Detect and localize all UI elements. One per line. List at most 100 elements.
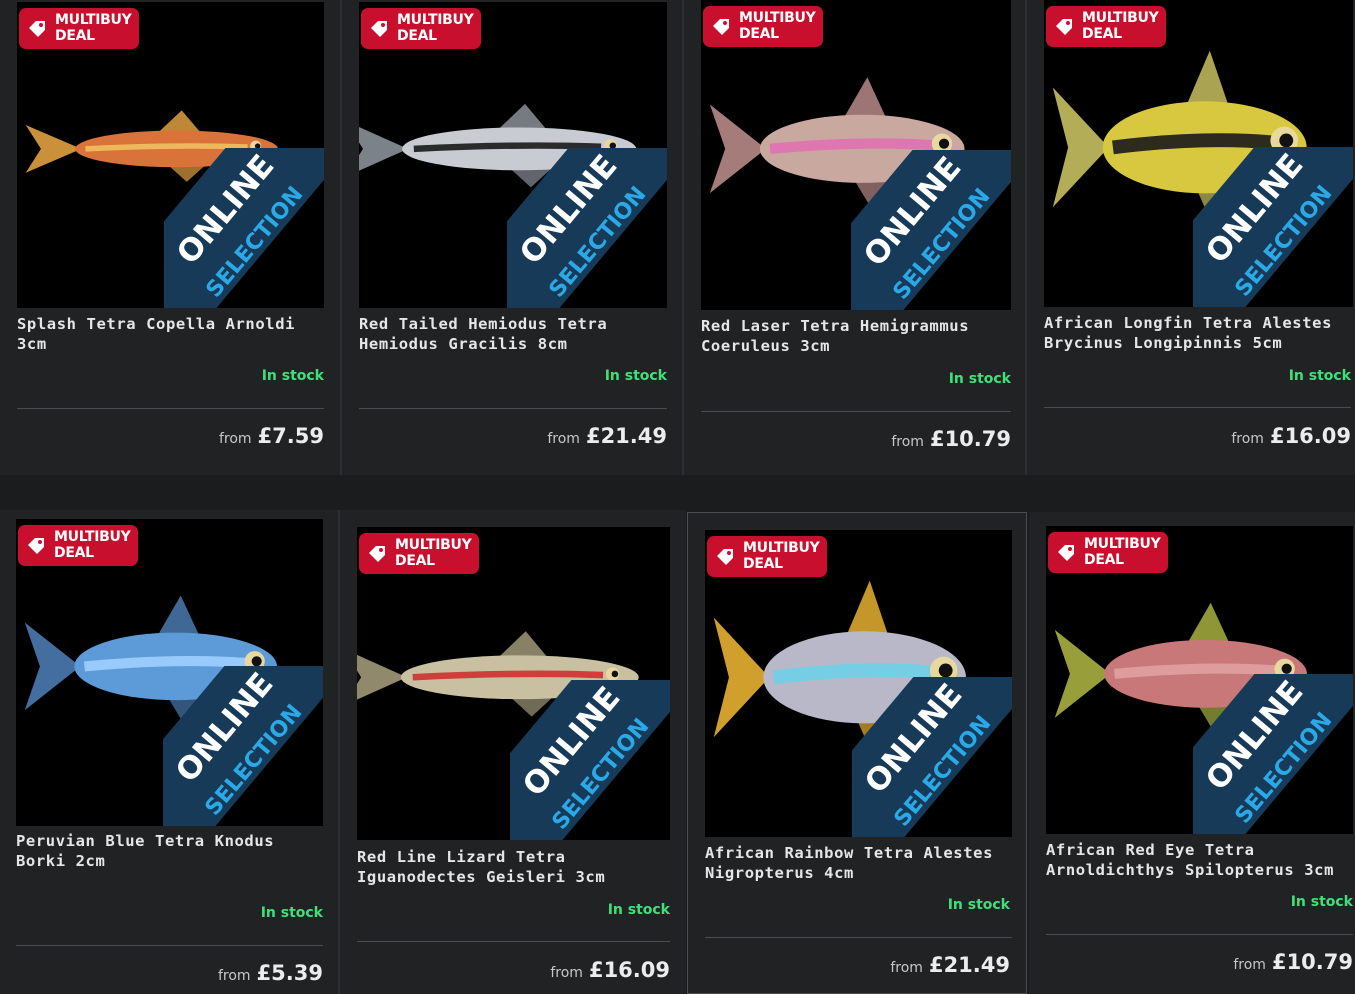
product-card[interactable]: ONLINE SELECTION MULTIBUY DEAL Peruvian B… xyxy=(0,510,338,994)
product-title[interactable]: African Red Eye Tetra Arnoldichthys Spil… xyxy=(1046,840,1355,880)
product-price: from £16.09 xyxy=(1231,424,1351,448)
price-prefix: from xyxy=(1231,431,1264,447)
product-image[interactable]: ONLINE SELECTION MULTIBUY DEAL xyxy=(17,2,324,308)
badge-line2: DEAL xyxy=(1084,552,1124,568)
online-selection-ribbon: ONLINE SELECTION xyxy=(163,666,323,826)
product-card[interactable]: ONLINE SELECTION MULTIBUY DEAL African Lo… xyxy=(1027,0,1355,475)
product-image[interactable]: ONLINE SELECTION MULTIBUY DEAL xyxy=(16,519,323,826)
badge-line1: MULTIBUY xyxy=(743,540,820,556)
price-prefix: from xyxy=(218,431,252,447)
price-tag-icon xyxy=(29,21,45,37)
multibuy-badge: MULTIBUY DEAL xyxy=(1048,532,1168,573)
stock-status: In stock xyxy=(947,897,1010,913)
badge-line2: DEAL xyxy=(395,553,435,569)
online-selection-ribbon: ONLINE SELECTION xyxy=(507,148,667,308)
product-card[interactable]: ONLINE SELECTION MULTIBUY DEAL African Re… xyxy=(1029,512,1355,994)
online-selection-ribbon: ONLINE SELECTION xyxy=(852,677,1012,837)
price-prefix: from xyxy=(1233,957,1266,973)
product-card[interactable]: ONLINE SELECTION MULTIBUY DEAL Red Line L… xyxy=(340,510,686,994)
product-price: from £16.09 xyxy=(550,958,670,982)
product-title[interactable]: Peruvian Blue Tetra Knodus Borki 2cm xyxy=(16,831,326,871)
price-amount: £5.39 xyxy=(256,961,323,985)
product-title[interactable]: African Longfin Tetra Alestes Brycinus L… xyxy=(1044,313,1355,353)
price-tag-icon xyxy=(369,546,385,562)
product-image[interactable]: ONLINE SELECTION MULTIBUY DEAL xyxy=(705,530,1012,837)
badge-line1: MULTIBUY xyxy=(55,12,132,28)
divider xyxy=(357,941,670,942)
price-tag-icon xyxy=(717,549,733,565)
product-card[interactable]: ONLINE SELECTION MULTIBUY DEAL Splash Tet… xyxy=(0,0,340,475)
stock-status: In stock xyxy=(261,368,324,384)
price-amount: £10.79 xyxy=(1271,950,1353,974)
price-prefix: from xyxy=(890,960,923,976)
product-image[interactable]: ONLINE SELECTION MULTIBUY DEAL xyxy=(701,0,1011,310)
price-prefix: from xyxy=(547,431,580,447)
divider xyxy=(1044,407,1351,408)
price-prefix: from xyxy=(550,965,583,981)
badge-line2: DEAL xyxy=(55,28,95,44)
product-title[interactable]: Red Laser Tetra Hemigrammus Coeruleus 3c… xyxy=(701,316,1011,356)
divider xyxy=(17,408,324,409)
product-image[interactable]: ONLINE SELECTION MULTIBUY DEAL xyxy=(359,2,667,308)
badge-line1: MULTIBUY xyxy=(1084,536,1161,552)
stock-status: In stock xyxy=(604,368,667,384)
badge-line1: MULTIBUY xyxy=(1082,10,1159,26)
price-amount: £10.79 xyxy=(929,427,1011,451)
divider xyxy=(359,408,667,409)
price-prefix: from xyxy=(891,434,924,450)
divider xyxy=(1046,934,1353,935)
multibuy-badge: MULTIBUY DEAL xyxy=(707,536,827,577)
stock-status: In stock xyxy=(607,902,670,918)
product-title[interactable]: Red Line Lizard Tetra Iguanodectes Geisl… xyxy=(357,847,677,887)
product-price: from £21.49 xyxy=(547,424,667,448)
online-selection-ribbon: ONLINE SELECTION xyxy=(1193,674,1353,834)
stock-status: In stock xyxy=(1290,894,1353,910)
price-tag-icon xyxy=(371,21,387,37)
product-image[interactable]: ONLINE SELECTION MULTIBUY DEAL xyxy=(1046,526,1353,834)
product-image[interactable]: ONLINE SELECTION MULTIBUY DEAL xyxy=(1044,0,1353,307)
badge-line1: MULTIBUY xyxy=(397,12,474,28)
multibuy-badge: MULTIBUY DEAL xyxy=(1046,6,1166,47)
price-tag-icon xyxy=(1058,545,1074,561)
multibuy-badge: MULTIBUY DEAL xyxy=(18,525,138,566)
badge-line2: DEAL xyxy=(739,26,779,42)
price-amount: £16.09 xyxy=(588,958,670,982)
badge-line1: MULTIBUY xyxy=(739,10,816,26)
price-tag-icon xyxy=(713,19,729,35)
price-amount: £7.59 xyxy=(257,424,324,448)
online-selection-ribbon: ONLINE SELECTION xyxy=(164,148,324,308)
divider xyxy=(705,937,1012,938)
divider xyxy=(16,945,323,946)
badge-line2: DEAL xyxy=(54,545,94,561)
product-title[interactable]: Splash Tetra Copella Arnoldi 3cm xyxy=(17,314,327,354)
stock-status: In stock xyxy=(948,371,1011,387)
product-price: from £7.59 xyxy=(219,424,324,448)
price-amount: £16.09 xyxy=(1269,424,1351,448)
product-title[interactable]: Red Tailed Hemiodus Tetra Hemiodus Graci… xyxy=(359,314,669,354)
product-image[interactable]: ONLINE SELECTION MULTIBUY DEAL xyxy=(357,527,670,840)
divider xyxy=(701,411,1011,412)
badge-line2: DEAL xyxy=(1082,26,1122,42)
online-selection-ribbon: ONLINE SELECTION xyxy=(1193,147,1353,307)
product-price: from £5.39 xyxy=(218,961,323,985)
stock-status: In stock xyxy=(1288,368,1351,384)
price-amount: £21.49 xyxy=(928,953,1010,977)
multibuy-badge: MULTIBUY DEAL xyxy=(19,8,139,49)
stock-status: In stock xyxy=(260,905,323,921)
product-card[interactable]: ONLINE SELECTION MULTIBUY DEAL Red Tailed… xyxy=(342,0,682,475)
product-price: from £21.49 xyxy=(890,953,1010,977)
product-card[interactable]: ONLINE SELECTION MULTIBUY DEAL Red Laser … xyxy=(684,0,1025,475)
badge-line2: DEAL xyxy=(397,28,437,44)
product-price: from £10.79 xyxy=(1233,950,1353,974)
price-tag-icon xyxy=(28,538,44,554)
product-card[interactable]: ONLINE SELECTION MULTIBUY DEAL African Ra… xyxy=(687,512,1027,994)
multibuy-badge: MULTIBUY DEAL xyxy=(359,533,479,574)
price-prefix: from xyxy=(217,968,251,984)
product-price: from £10.79 xyxy=(891,427,1011,451)
multibuy-badge: MULTIBUY DEAL xyxy=(703,6,823,47)
online-selection-ribbon: ONLINE SELECTION xyxy=(510,680,670,840)
price-amount: £21.49 xyxy=(585,424,667,448)
price-tag-icon xyxy=(1056,19,1072,35)
multibuy-badge: MULTIBUY DEAL xyxy=(361,8,481,49)
product-title[interactable]: African Rainbow Tetra Alestes Nigropteru… xyxy=(705,843,1005,883)
